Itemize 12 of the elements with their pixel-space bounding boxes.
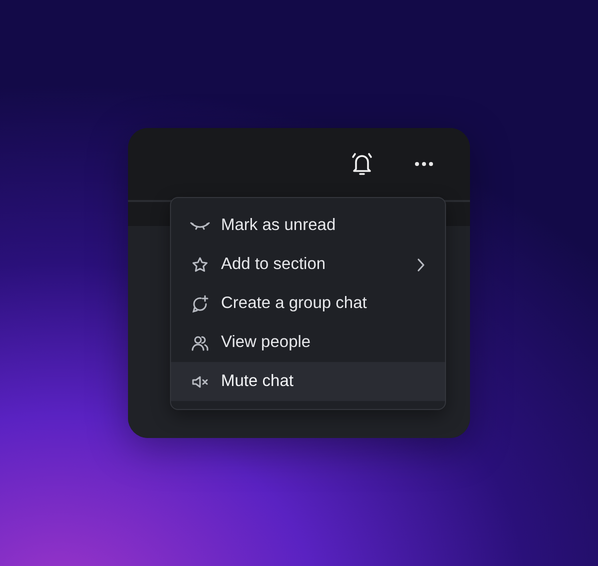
- menu-item[interactable]: View people: [171, 323, 445, 362]
- more-icon[interactable]: [414, 161, 434, 167]
- star-icon: [191, 256, 209, 274]
- menu-item[interactable]: Mark as unread: [171, 206, 445, 245]
- bell-icon[interactable]: [350, 151, 374, 177]
- menu-item[interactable]: Mute chat: [171, 362, 445, 401]
- people-icon: [191, 334, 209, 350]
- chat-plus-icon: [191, 294, 209, 312]
- menu-item[interactable]: Create a group chat: [171, 284, 445, 323]
- closed-eye-icon: [190, 220, 210, 230]
- menu-item[interactable]: Add to section: [171, 245, 445, 284]
- speaker-muted-icon: [191, 374, 209, 388]
